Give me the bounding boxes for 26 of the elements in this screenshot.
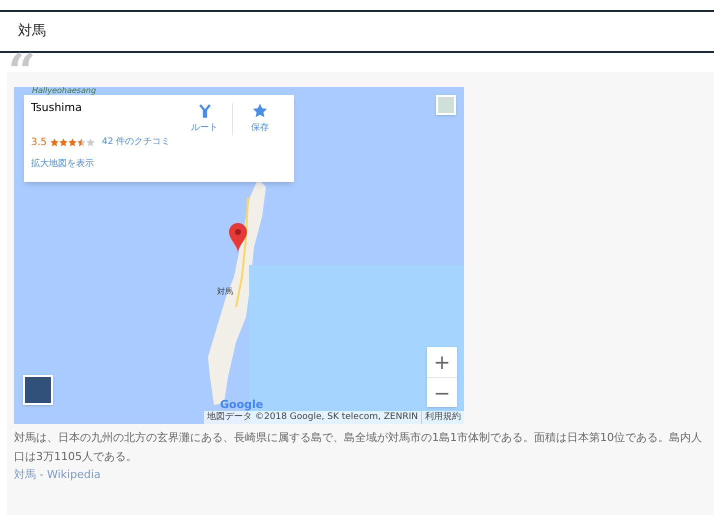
page-title: 対馬 (18, 22, 46, 41)
map-label: Hallyeohaesang (32, 87, 96, 97)
rating-value: 3.5 (31, 136, 47, 150)
star-icon (76, 138, 86, 147)
source-link[interactable]: 対馬 - Wikipedia (14, 468, 101, 481)
star-icon (58, 138, 68, 147)
map-label: 対馬 (217, 286, 233, 298)
larger-map-link[interactable]: 拡大地図を表示 (31, 158, 177, 172)
satellite-thumbnail[interactable] (23, 375, 53, 405)
star-icon (252, 103, 268, 118)
place-name: Tsushima (31, 101, 83, 115)
description-text: 対馬は、日本の九州の北方の玄界灘にある、長崎県に属する島で、島全域が対馬市の1島1市体制である。面積は日本第10位である。島内人口は3万1105人である。 (14, 430, 703, 465)
star-icon (86, 138, 95, 147)
map-pin-icon (229, 223, 247, 253)
map-action-button[interactable]: ルート (177, 103, 232, 135)
zoom-button[interactable]: + (427, 347, 457, 377)
map-action-button[interactable]: 保存 (232, 103, 287, 135)
star-icon (50, 138, 59, 147)
terms-link[interactable]: 利用規約 (421, 410, 461, 424)
satellite-thumbnail[interactable] (436, 95, 456, 115)
route-icon (196, 103, 212, 118)
reviews-link[interactable]: 42 件のクチコミ (102, 136, 170, 149)
zoom-button[interactable]: − (427, 377, 457, 407)
google-logo: Google (220, 397, 264, 412)
star-icon (68, 138, 77, 147)
map-attribution: 地図データ ©2018 Google, SK telecom, ZENRIN (207, 410, 418, 424)
